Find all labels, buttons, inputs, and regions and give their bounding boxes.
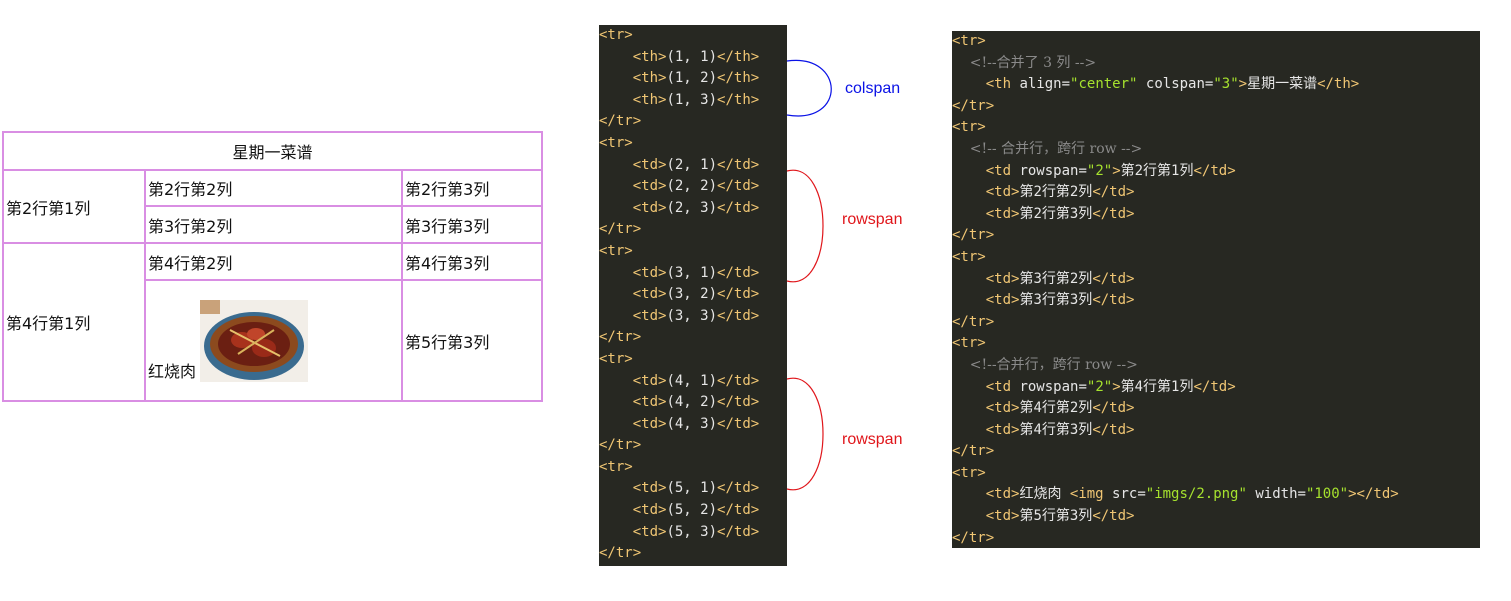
cell-r2c2: 第2行第2列 — [145, 170, 402, 206]
rowspan-bracket-2 — [786, 377, 824, 491]
code-line: <th>(1, 3)</th> — [632, 91, 760, 108]
table-header-cell: 星期一菜谱 — [3, 132, 542, 170]
code-line: <td>(4, 2)</td> — [632, 394, 760, 411]
code-line: <td>第2行第3列</td> — [985, 205, 1135, 222]
code-line: <td rowspan="2">第4行第1列</td> — [985, 378, 1236, 395]
cell-r2c1: 第2行第1列 — [3, 170, 145, 243]
cell-r5c3: 第5行第3列 — [402, 280, 542, 401]
rendered-table: 星期一菜谱 第2行第1列 第2行第2列 第2行第3列 第3行第2列 第3行第3列… — [2, 131, 543, 402]
code-line: <th>(1, 1)</th> — [632, 48, 760, 65]
code-line: </tr> — [952, 227, 995, 244]
code-line: <td>(2, 3)</td> — [632, 199, 760, 216]
code-line: <td>第2行第2列</td> — [985, 184, 1135, 201]
code-line: <tr> — [952, 119, 986, 136]
code-line: <td>(2, 1)</td> — [632, 156, 760, 173]
code-line: </tr> — [599, 221, 642, 238]
code-line: <tr> — [599, 458, 633, 475]
code-line: <!-- 合并行，跨行 row --> — [952, 140, 1143, 157]
rowspan-label-2: rowspan — [842, 431, 903, 448]
code-line: <td>第5行第3列</td> — [985, 508, 1135, 525]
code-line: <tr> — [952, 33, 986, 49]
code-line: <td>(3, 1)</td> — [632, 264, 760, 281]
rowspan-label-1: rowspan — [842, 211, 903, 228]
cell-r3c3: 第3行第3列 — [402, 206, 542, 243]
code-panel-coordinates: <tr> <th>(1, 1)</th> <th>(1, 2)</th> <th… — [599, 25, 787, 566]
code-line: <tr> — [599, 350, 633, 367]
code-line: </tr> — [599, 113, 642, 130]
dish-label: 红烧肉 — [148, 362, 197, 381]
cell-r4c3: 第4行第3列 — [402, 243, 542, 280]
code-line: <td>(3, 2)</td> — [632, 286, 760, 303]
cell-r3c2: 第3行第2列 — [145, 206, 402, 243]
code-line: </tr> — [952, 529, 995, 546]
code-line: <tr> — [599, 27, 633, 43]
cell-r4c1: 第4行第1列 — [3, 243, 145, 401]
code-line: <td>第4行第2列</td> — [985, 400, 1135, 417]
code-line: <td>(5, 1)</td> — [632, 480, 760, 497]
code-line: <td>红烧肉 <img src="imgs/2.png" width="100… — [985, 486, 1399, 503]
cell-r5c2: 红烧肉 — [145, 280, 402, 401]
code-line: <td>(5, 2)</td> — [632, 502, 760, 519]
code-line: </tr> — [952, 313, 995, 330]
rowspan-bracket-1 — [786, 169, 824, 283]
code-line: <td rowspan="2">第2行第1列</td> — [985, 162, 1236, 179]
colspan-bracket — [786, 59, 832, 117]
colspan-label: colspan — [845, 80, 901, 97]
code-line: <tr> — [952, 335, 986, 352]
code-line: <tr> — [599, 242, 633, 259]
code-line: <td>(4, 3)</td> — [632, 415, 760, 432]
code-line: <th>(1, 2)</th> — [632, 70, 760, 87]
code-line: <td>第3行第3列</td> — [985, 292, 1135, 309]
code-line: <td>第4行第3列</td> — [985, 421, 1135, 438]
code-line: <!--合并行，跨行 row --> — [952, 356, 1138, 373]
code-line: <tr> — [952, 248, 986, 265]
cell-r2c3: 第2行第3列 — [402, 170, 542, 206]
code-panel-source: <tr> <!--合并了 3 列 --> <th align="center" … — [952, 31, 1480, 548]
code-line: <td>(2, 2)</td> — [632, 178, 760, 195]
code-line: <td>第3行第2列</td> — [985, 270, 1135, 287]
code-line: <td>(5, 3)</td> — [632, 523, 760, 540]
code-line: <td>(4, 1)</td> — [632, 372, 760, 389]
code-line: </tr> — [952, 443, 995, 460]
code-line: <th align="center" colspan="3">星期一菜谱</th… — [985, 76, 1360, 93]
code-line: </tr> — [599, 329, 642, 346]
code-line: <td>(3, 3)</td> — [632, 307, 760, 324]
code-line: <tr> — [952, 464, 986, 481]
bracket-annotations — [786, 59, 832, 491]
cell-r4c2: 第4行第2列 — [145, 243, 402, 280]
code-line: </tr> — [599, 437, 642, 454]
braised-pork-image — [200, 300, 309, 382]
code-line: <!--合并了 3 列 --> — [952, 54, 1097, 71]
code-line: </tr> — [952, 97, 995, 114]
code-line: <tr> — [599, 134, 633, 151]
code-line: </tr> — [599, 545, 642, 562]
